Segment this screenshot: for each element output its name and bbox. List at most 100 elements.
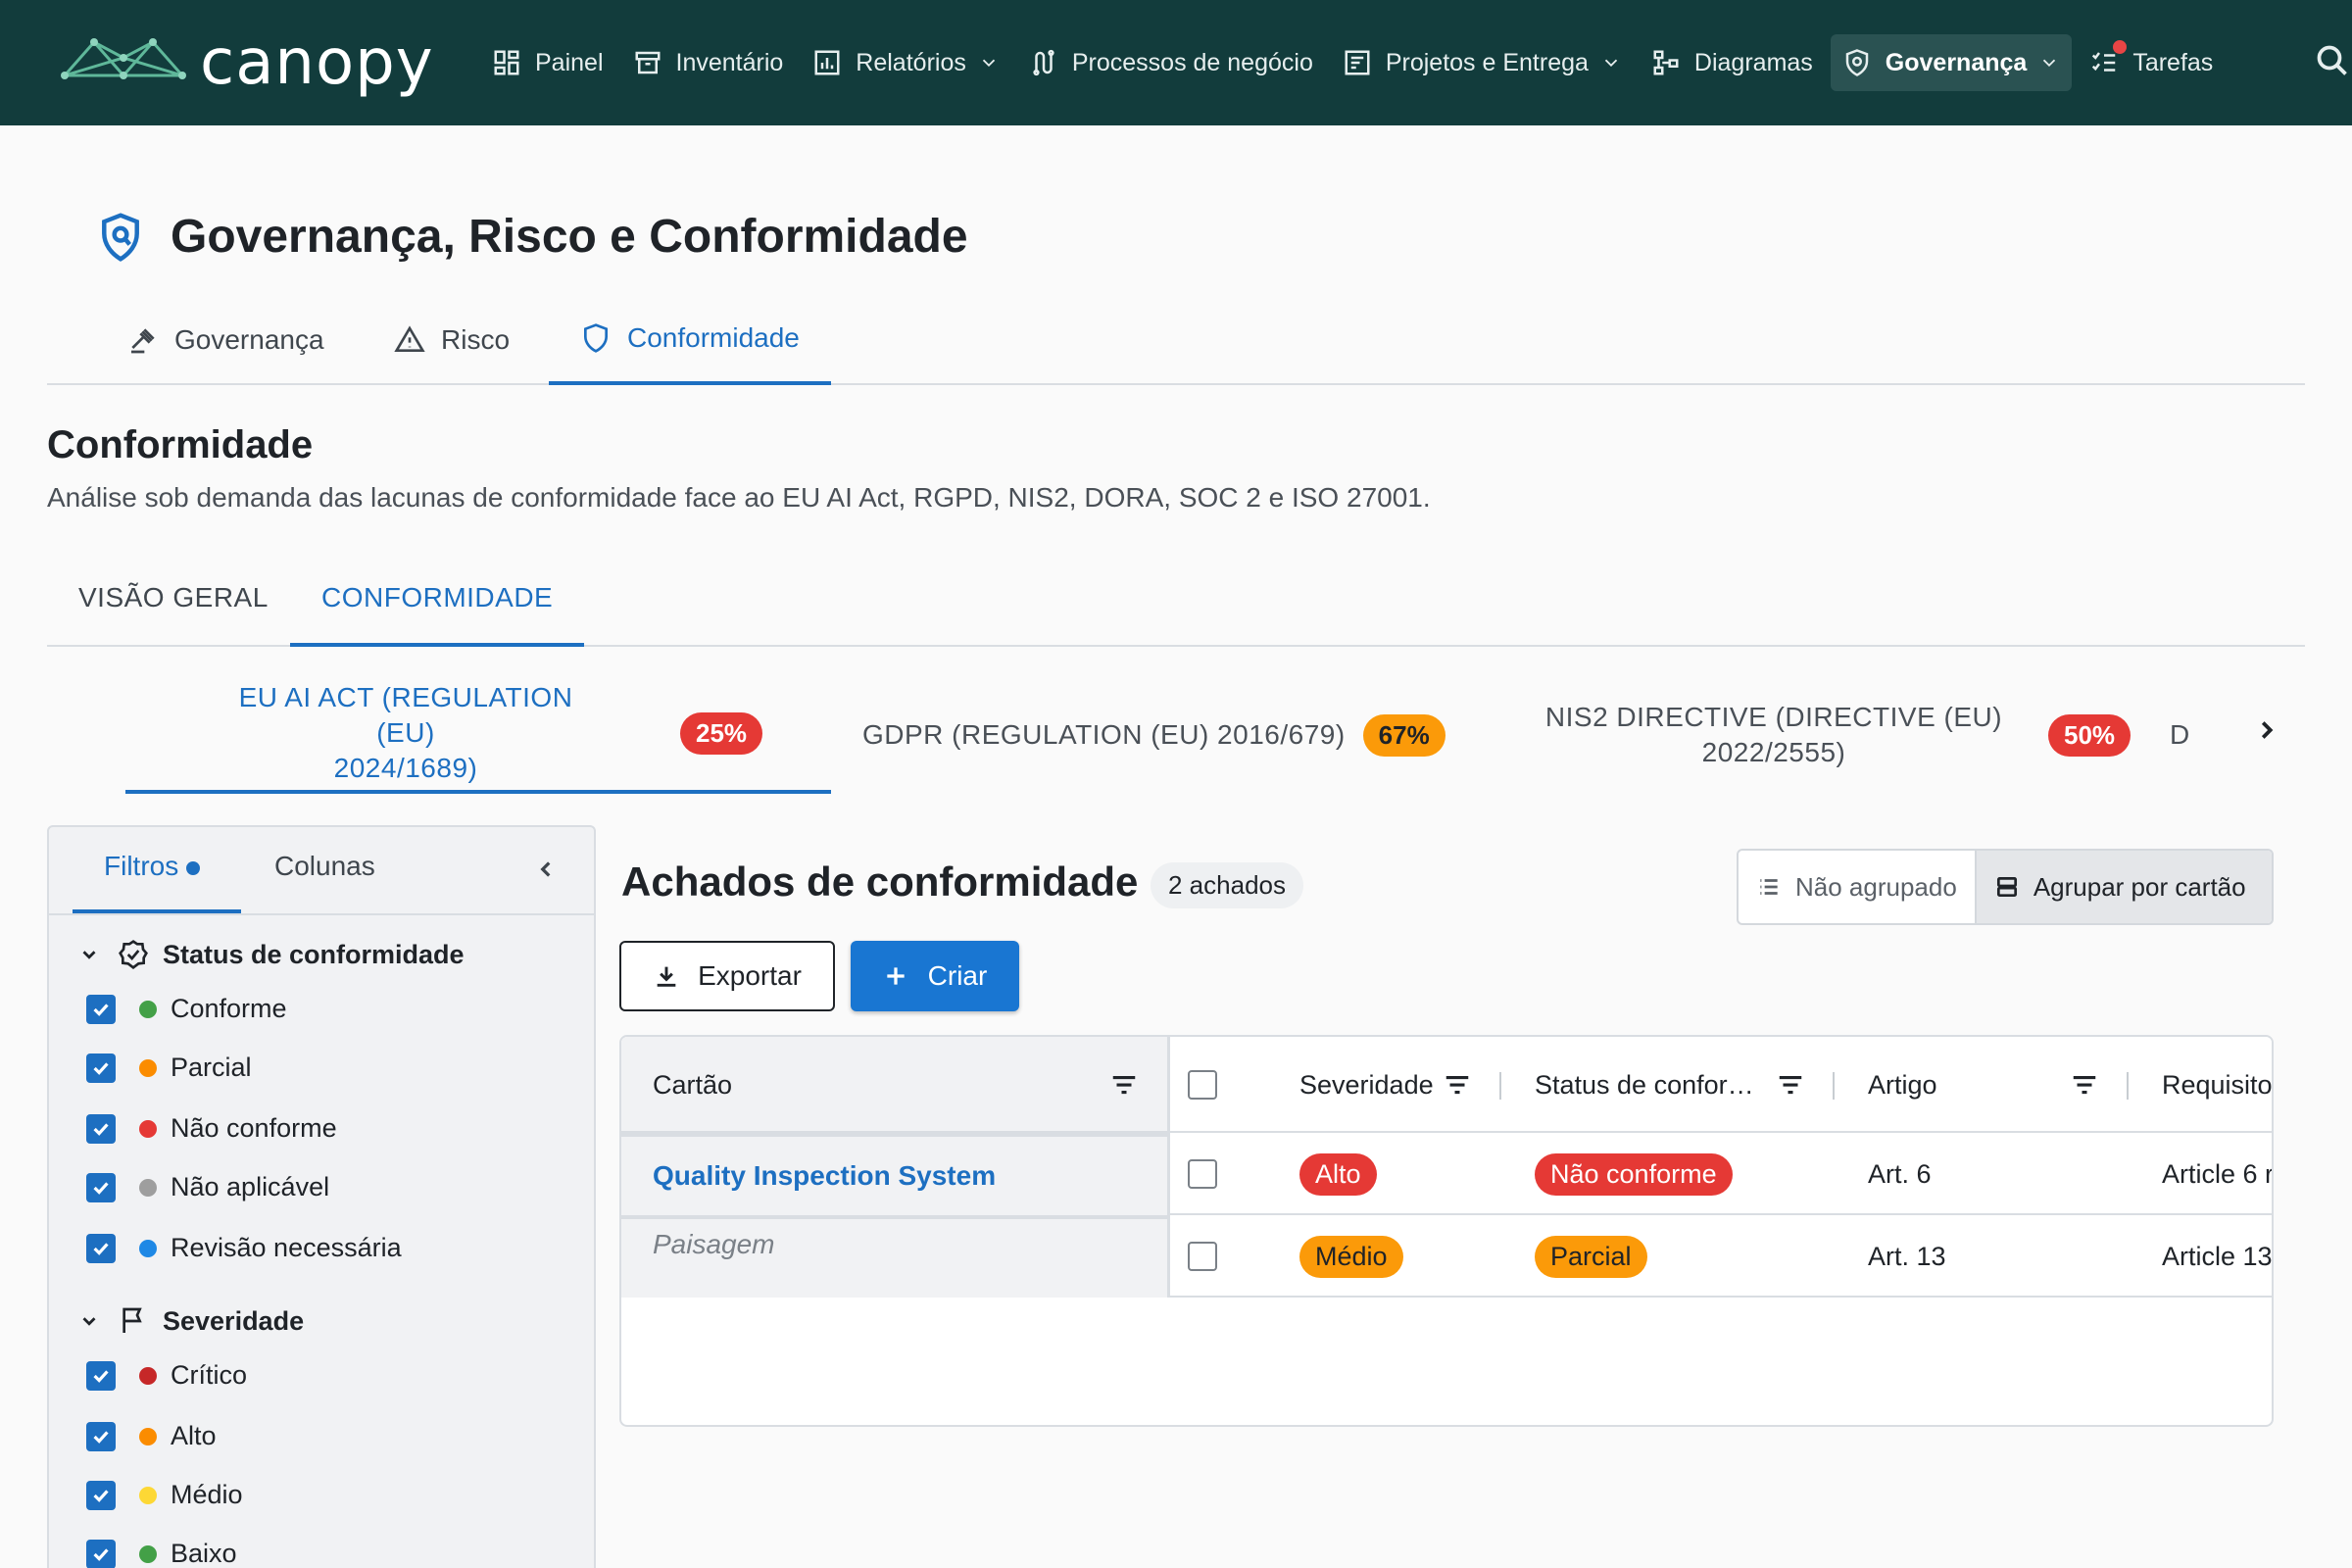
article-cell: Art. 13 (1868, 1241, 1946, 1271)
filter-icon[interactable] (1443, 1070, 1472, 1100)
nav-label: Inventário (675, 48, 784, 76)
nav-item-diagramas[interactable]: Diagramas (1640, 34, 1825, 91)
sub-tabs: VISÃO GERAL CONFORMIDADE (47, 559, 2305, 647)
tab-conformidade[interactable]: Conformidade (549, 294, 831, 385)
tab-label: Governança (174, 323, 324, 355)
ungrouped-button[interactable]: Não agrupado (1739, 851, 1975, 923)
nav-item-projetos[interactable]: Projetos e Entrega (1331, 34, 1634, 91)
filter-option-critico[interactable]: Crítico (86, 1360, 247, 1391)
checkbox-checked[interactable] (86, 1480, 116, 1510)
check-icon (93, 1181, 109, 1195)
nav-label: Processos de negócio (1071, 48, 1313, 76)
table-row[interactable]: Paisagem Médio Parcial Art. 13 Article 1… (621, 1215, 2273, 1298)
compliance-percentage-badge: 67% (1362, 713, 1446, 757)
collapse-panel-button[interactable] (533, 857, 563, 886)
brand-name: canopy (200, 26, 434, 99)
column-separator[interactable] (1499, 1072, 1501, 1100)
plus-icon (886, 967, 905, 985)
filter-option-alto[interactable]: Alto (86, 1421, 217, 1451)
column-separator[interactable] (2127, 1072, 2129, 1100)
table-row[interactable]: Quality Inspection System Alto Não confo… (621, 1133, 2272, 1215)
nav-item-processos[interactable]: Processos de negócio (1017, 34, 1325, 91)
card-cell[interactable]: Paisagem (621, 1215, 1170, 1298)
checkbox-checked[interactable] (86, 1360, 116, 1391)
section-description: Análise sob demanda das lacunas de confo… (47, 482, 1431, 513)
checkbox-checked[interactable] (86, 1233, 116, 1263)
filter-option-parcial[interactable]: Parcial (86, 1053, 252, 1083)
filter-option-nao-aplicavel[interactable]: Não aplicável (86, 1172, 329, 1202)
filter-option-revisao-necessaria[interactable]: Revisão necessária (86, 1233, 402, 1263)
filter-group-status[interactable]: Status de conformidade (78, 939, 465, 970)
check-icon (93, 1369, 109, 1383)
project-icon (1345, 50, 1370, 75)
filter-option-medio[interactable]: Médio (86, 1480, 243, 1510)
tab-conformidade-sub[interactable]: CONFORMIDADE (290, 559, 585, 647)
filter-option-label: Baixo (171, 1539, 237, 1568)
status-cell: Não conforme (1535, 1133, 1733, 1215)
filter-option-label: Alto (171, 1421, 217, 1450)
row-checkbox[interactable] (1188, 1159, 1217, 1189)
checkbox-checked[interactable] (86, 1053, 116, 1083)
filter-option-conforme[interactable]: Conforme (86, 994, 287, 1024)
tab-visao-geral[interactable]: VISÃO GERAL (47, 559, 300, 647)
filter-icon[interactable] (1776, 1070, 1805, 1100)
card-link[interactable]: Quality Inspection System (653, 1160, 996, 1192)
brand[interactable]: canopy (59, 27, 434, 98)
severity-dot (139, 1486, 157, 1504)
row-checkbox[interactable] (1188, 1242, 1217, 1271)
chevron-down-icon (82, 1317, 96, 1326)
shield-icon (102, 212, 139, 262)
filter-option-label: Revisão necessária (171, 1233, 402, 1262)
search-icon (2317, 45, 2347, 75)
checkbox-checked[interactable] (86, 994, 116, 1024)
filter-option-baixo[interactable]: Baixo (86, 1539, 237, 1568)
filter-icon[interactable] (2070, 1070, 2099, 1100)
nav-item-relatorios[interactable]: Relatórios (801, 34, 1011, 91)
group-by-card-button[interactable]: Agrupar por cartão (1974, 851, 2272, 923)
framework-label-truncated[interactable]: D (2170, 717, 2190, 753)
checkbox-checked[interactable] (86, 1113, 116, 1144)
column-header-cartao[interactable]: Cartão (653, 1037, 732, 1133)
column-header-artigo[interactable]: Artigo (1868, 1037, 1937, 1133)
framework-tab-gdpr[interactable]: GDPR (REGULATION (EU) 2016/679) 67% (862, 676, 1568, 794)
tab-colunas[interactable]: Colunas (274, 851, 375, 882)
severity-badge: Médio (1299, 1235, 1403, 1278)
column-header-severidade[interactable]: Severidade (1299, 1037, 1434, 1133)
column-header-status[interactable]: Status de confor… (1535, 1037, 1754, 1133)
filter-group-severidade[interactable]: Severidade (78, 1305, 304, 1337)
dashboard-icon (494, 50, 519, 75)
status-dot (139, 1239, 157, 1257)
select-all-checkbox[interactable] (1188, 1070, 1217, 1100)
column-header-requisito[interactable]: Requisito (2162, 1037, 2272, 1133)
section-title: Conformidade (47, 423, 314, 466)
checkbox-checked[interactable] (86, 1172, 116, 1202)
framework-tab-nis2[interactable]: NIS2 DIRECTIVE (DIRECTIVE (EU) 2022/2555… (1539, 676, 2244, 794)
filter-icon[interactable] (1109, 1070, 1139, 1100)
search-button[interactable] (2315, 43, 2352, 82)
findings-table: Cartão Severidade Status de confor… Arti… (619, 1035, 2274, 1427)
nav-item-tarefas[interactable]: Tarefas (2078, 34, 2225, 91)
tab-filtros[interactable]: Filtros (104, 851, 201, 882)
status-dot (139, 1119, 157, 1138)
filter-option-nao-conforme[interactable]: Não conforme (86, 1113, 337, 1144)
framework-scroll-next-button[interactable] (2252, 715, 2291, 755)
column-separator[interactable] (1833, 1072, 1835, 1100)
requirement-cell: Article 13 (2162, 1241, 2273, 1271)
nav-label: Governança (1885, 48, 2028, 76)
notification-dot (2113, 40, 2128, 54)
filter-option-label: Parcial (171, 1053, 252, 1082)
nav-item-inventario[interactable]: Inventário (621, 34, 796, 91)
nav-label: Tarefas (2132, 48, 2214, 76)
card-cell[interactable]: Quality Inspection System (621, 1133, 1170, 1215)
tab-risco[interactable]: Risco (394, 294, 510, 385)
nav-item-governanca[interactable]: Governança (1830, 34, 2073, 91)
checkbox-checked[interactable] (86, 1421, 116, 1451)
export-button[interactable]: Exportar (619, 941, 835, 1011)
create-button[interactable]: Criar (851, 941, 1019, 1011)
checkbox-checked[interactable] (86, 1539, 116, 1568)
tab-governanca[interactable]: Governança (127, 294, 324, 385)
status-badge: Não conforme (1535, 1152, 1733, 1196)
framework-tab-eu-ai-act[interactable]: EU AI ACT (REGULATION (EU) 2024/1689) 25… (125, 676, 831, 794)
nav-item-painel[interactable]: Painel (480, 34, 615, 91)
toggle-label: Não agrupado (1795, 871, 1957, 902)
